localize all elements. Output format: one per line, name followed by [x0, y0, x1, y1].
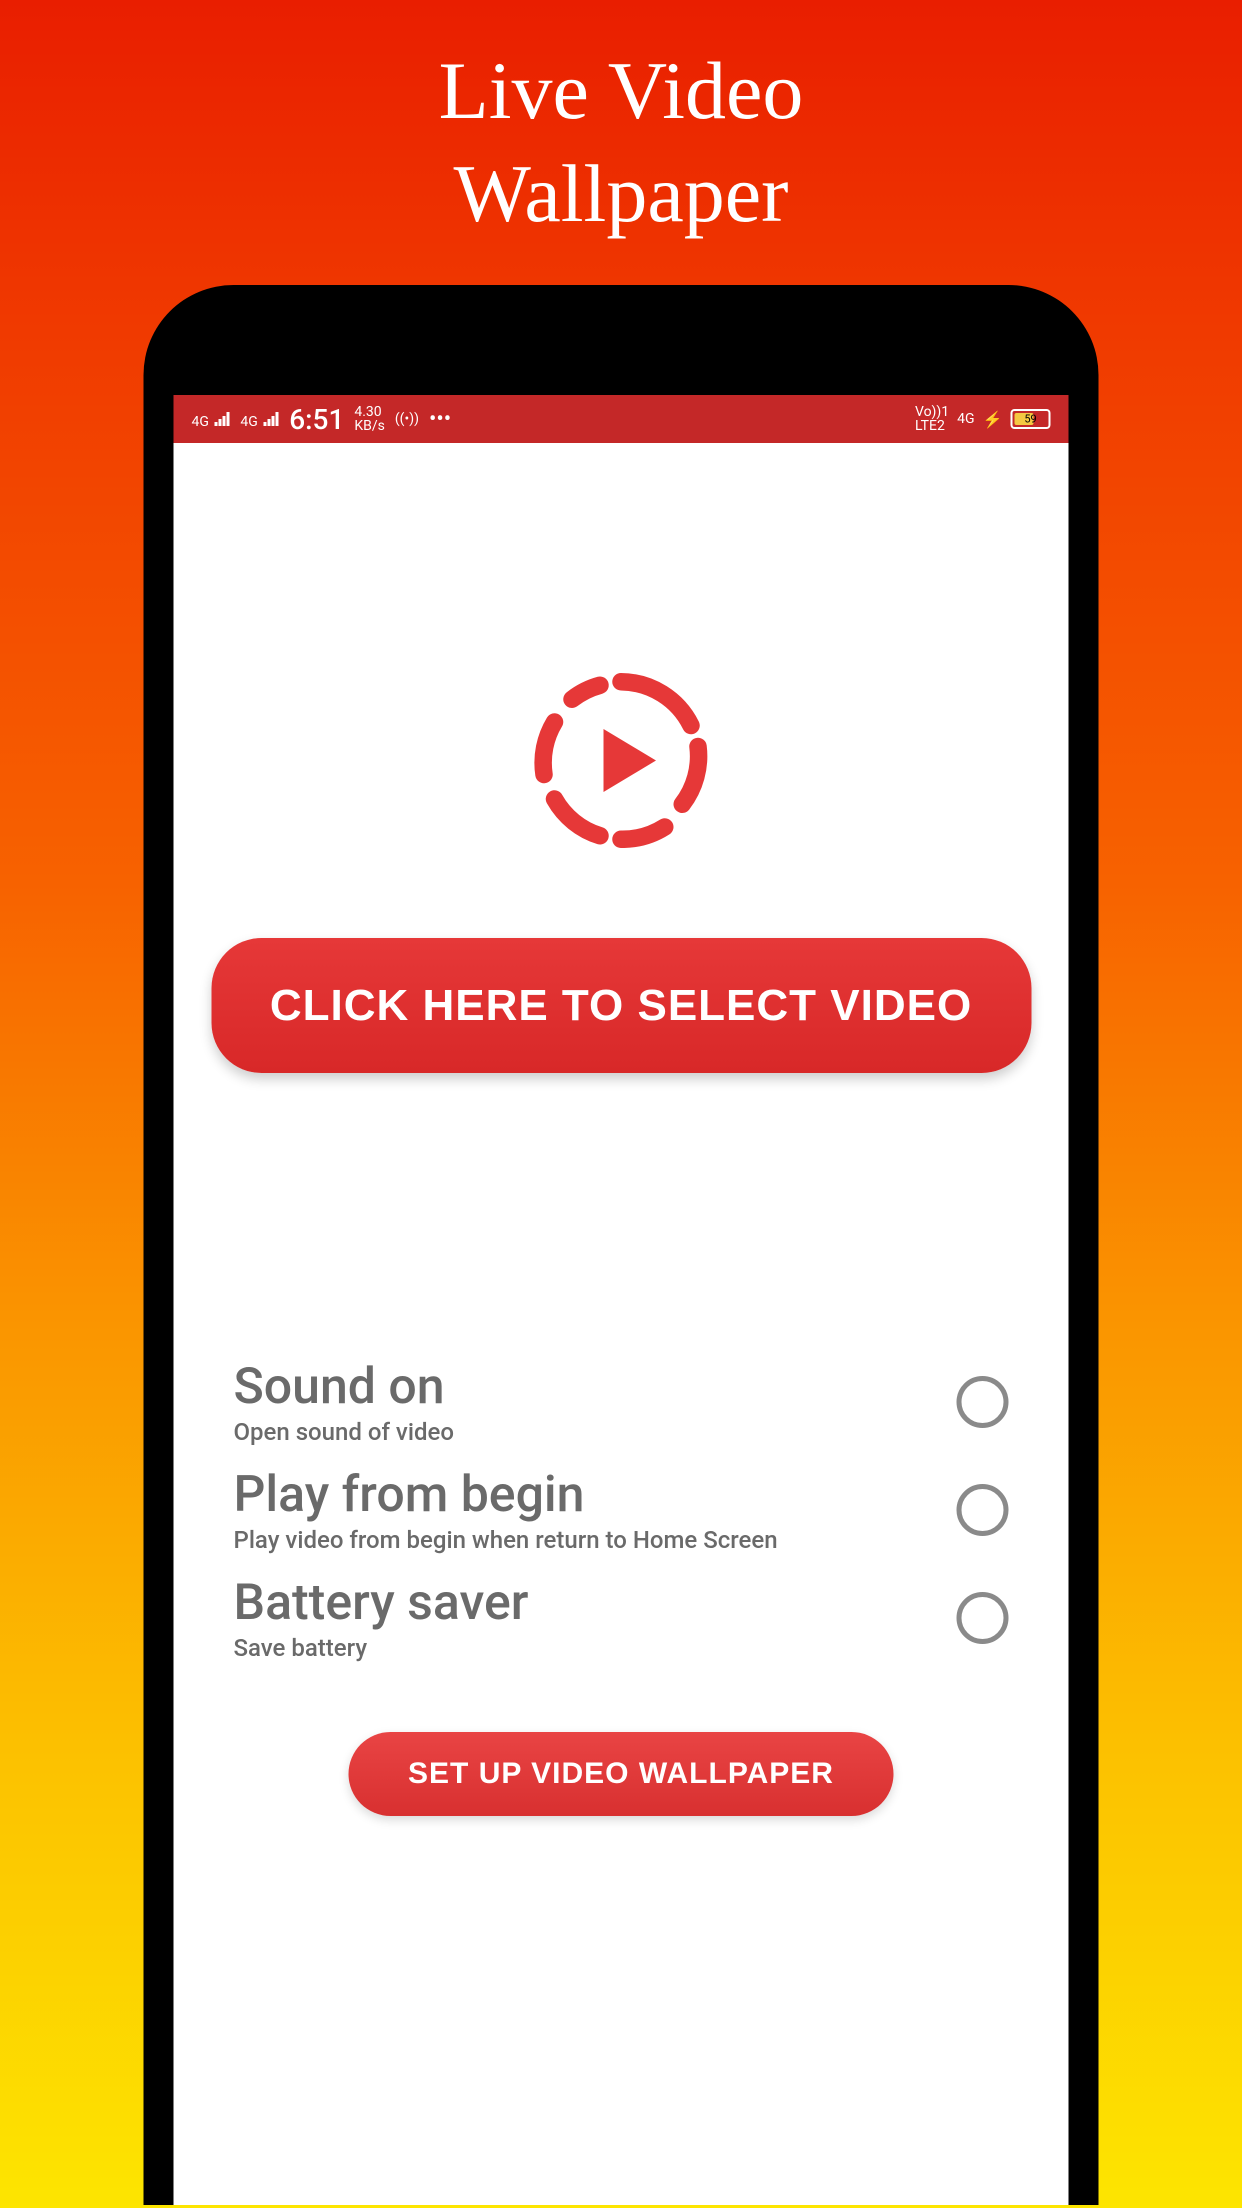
- radio-play-from-begin[interactable]: [957, 1484, 1009, 1536]
- signal-1-icon: 4G: [192, 407, 231, 432]
- network-icon: 4G: [957, 412, 974, 426]
- status-left: 4G 4G 6:51 4.30 KB/s ((•)) •••: [192, 403, 452, 436]
- volte-icon: Vo))1 LTE2: [915, 405, 949, 433]
- setting-title: Play from begin: [234, 1466, 937, 1524]
- status-time: 6:51: [289, 403, 344, 436]
- setting-text: Battery saver Save battery: [234, 1574, 937, 1662]
- setting-text: Sound on Open sound of video: [234, 1358, 937, 1446]
- setting-title: Battery saver: [234, 1574, 937, 1632]
- select-video-button[interactable]: CLICK HERE TO SELECT VIDEO: [211, 938, 1031, 1073]
- status-bar: 4G 4G 6:51 4.30 KB/s ((•)) ••• Vo))1: [174, 395, 1069, 443]
- settings-list: Sound on Open sound of video Play from b…: [204, 1358, 1039, 1682]
- charging-icon: ⚡: [983, 410, 1003, 429]
- setting-battery-saver[interactable]: Battery saver Save battery: [234, 1574, 1009, 1662]
- app-content: CLICK HERE TO SELECT VIDEO Sound on Open…: [174, 443, 1069, 2205]
- play-video-icon: [534, 673, 709, 848]
- setting-play-from-begin[interactable]: Play from begin Play video from begin wh…: [234, 1466, 1009, 1554]
- page-title-line1: Live Video: [0, 40, 1242, 143]
- setup-video-wallpaper-button[interactable]: SET UP VIDEO WALLPAPER: [348, 1732, 894, 1816]
- status-right: Vo))1 LTE2 4G ⚡ 59: [915, 405, 1051, 433]
- phone-frame: 4G 4G 6:51 4.30 KB/s ((•)) ••• Vo))1: [144, 285, 1099, 2205]
- page-title: Live Video Wallpaper: [0, 0, 1242, 245]
- setting-text: Play from begin Play video from begin wh…: [234, 1466, 937, 1554]
- signal-2-icon: 4G: [240, 407, 279, 432]
- status-more-icon: •••: [429, 407, 451, 432]
- battery-icon: 59: [1011, 409, 1051, 429]
- setting-sound-on[interactable]: Sound on Open sound of video: [234, 1358, 1009, 1446]
- page-title-line2: Wallpaper: [0, 143, 1242, 246]
- setting-title: Sound on: [234, 1358, 937, 1416]
- setting-subtitle: Open sound of video: [234, 1418, 937, 1446]
- setup-button-wrapper: SET UP VIDEO WALLPAPER: [204, 1732, 1039, 1836]
- video-preview-area: CLICK HERE TO SELECT VIDEO: [204, 443, 1039, 1073]
- radio-battery-saver[interactable]: [957, 1592, 1009, 1644]
- phone-screen: 4G 4G 6:51 4.30 KB/s ((•)) ••• Vo))1: [174, 395, 1069, 2205]
- setting-subtitle: Save battery: [234, 1634, 937, 1662]
- hotspot-icon: ((•)): [395, 412, 419, 426]
- status-speed: 4.30 KB/s: [354, 405, 385, 433]
- setting-subtitle: Play video from begin when return to Hom…: [234, 1526, 937, 1554]
- radio-sound-on[interactable]: [957, 1376, 1009, 1428]
